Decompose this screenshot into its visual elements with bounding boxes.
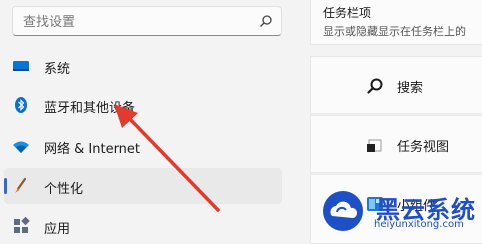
cloud-logo-icon bbox=[323, 191, 363, 231]
sidebar-item-system[interactable]: 系统 bbox=[4, 48, 282, 84]
sidebar-item-network[interactable]: 网络 & Internet bbox=[4, 128, 282, 164]
search-box[interactable] bbox=[12, 6, 282, 37]
sidebar-item-apps[interactable]: 应用 bbox=[4, 208, 282, 244]
search-icon[interactable] bbox=[259, 14, 273, 28]
settings-sidebar: 系统 蓝牙和其他设备 网络 & Internet 个性化 应用 bbox=[0, 0, 296, 240]
sidebar-item-label: 应用 bbox=[44, 222, 71, 237]
task-view-icon bbox=[367, 139, 382, 152]
monitor-icon bbox=[13, 61, 29, 71]
bluetooth-icon bbox=[15, 97, 27, 113]
sidebar-item-bluetooth[interactable]: 蓝牙和其他设备 bbox=[4, 87, 282, 123]
wifi-icon bbox=[13, 141, 29, 153]
taskbar-item-search[interactable]: 搜索 bbox=[310, 56, 482, 114]
taskbar-items-header[interactable]: 任务栏项 显示或隐藏显示在任务栏上的 bbox=[310, 0, 482, 45]
taskbar-item-task-view[interactable]: 任务视图 bbox=[310, 115, 482, 173]
sidebar-item-label: 个性化 bbox=[44, 182, 84, 197]
selection-indicator bbox=[4, 178, 7, 194]
watermark-url: heiyunxitong.com bbox=[374, 219, 464, 230]
apps-icon bbox=[14, 217, 30, 233]
sidebar-item-label: 蓝牙和其他设备 bbox=[44, 101, 136, 116]
taskbar-item-label: 搜索 bbox=[397, 81, 424, 96]
sidebar-item-label: 系统 bbox=[44, 62, 71, 77]
section-title: 任务栏项 bbox=[323, 6, 372, 20]
search-icon bbox=[367, 78, 383, 94]
sidebar-item-personalization[interactable]: 个性化 bbox=[4, 168, 282, 204]
brush-icon bbox=[15, 177, 27, 193]
taskbar-item-label: 任务视图 bbox=[397, 140, 450, 155]
search-input[interactable] bbox=[21, 7, 255, 37]
section-subtitle: 显示或隐藏显示在任务栏上的 bbox=[323, 25, 466, 38]
sidebar-item-label: 网络 & Internet bbox=[44, 142, 141, 157]
watermark: 黑云系统 heiyunxitong.com bbox=[322, 189, 482, 240]
